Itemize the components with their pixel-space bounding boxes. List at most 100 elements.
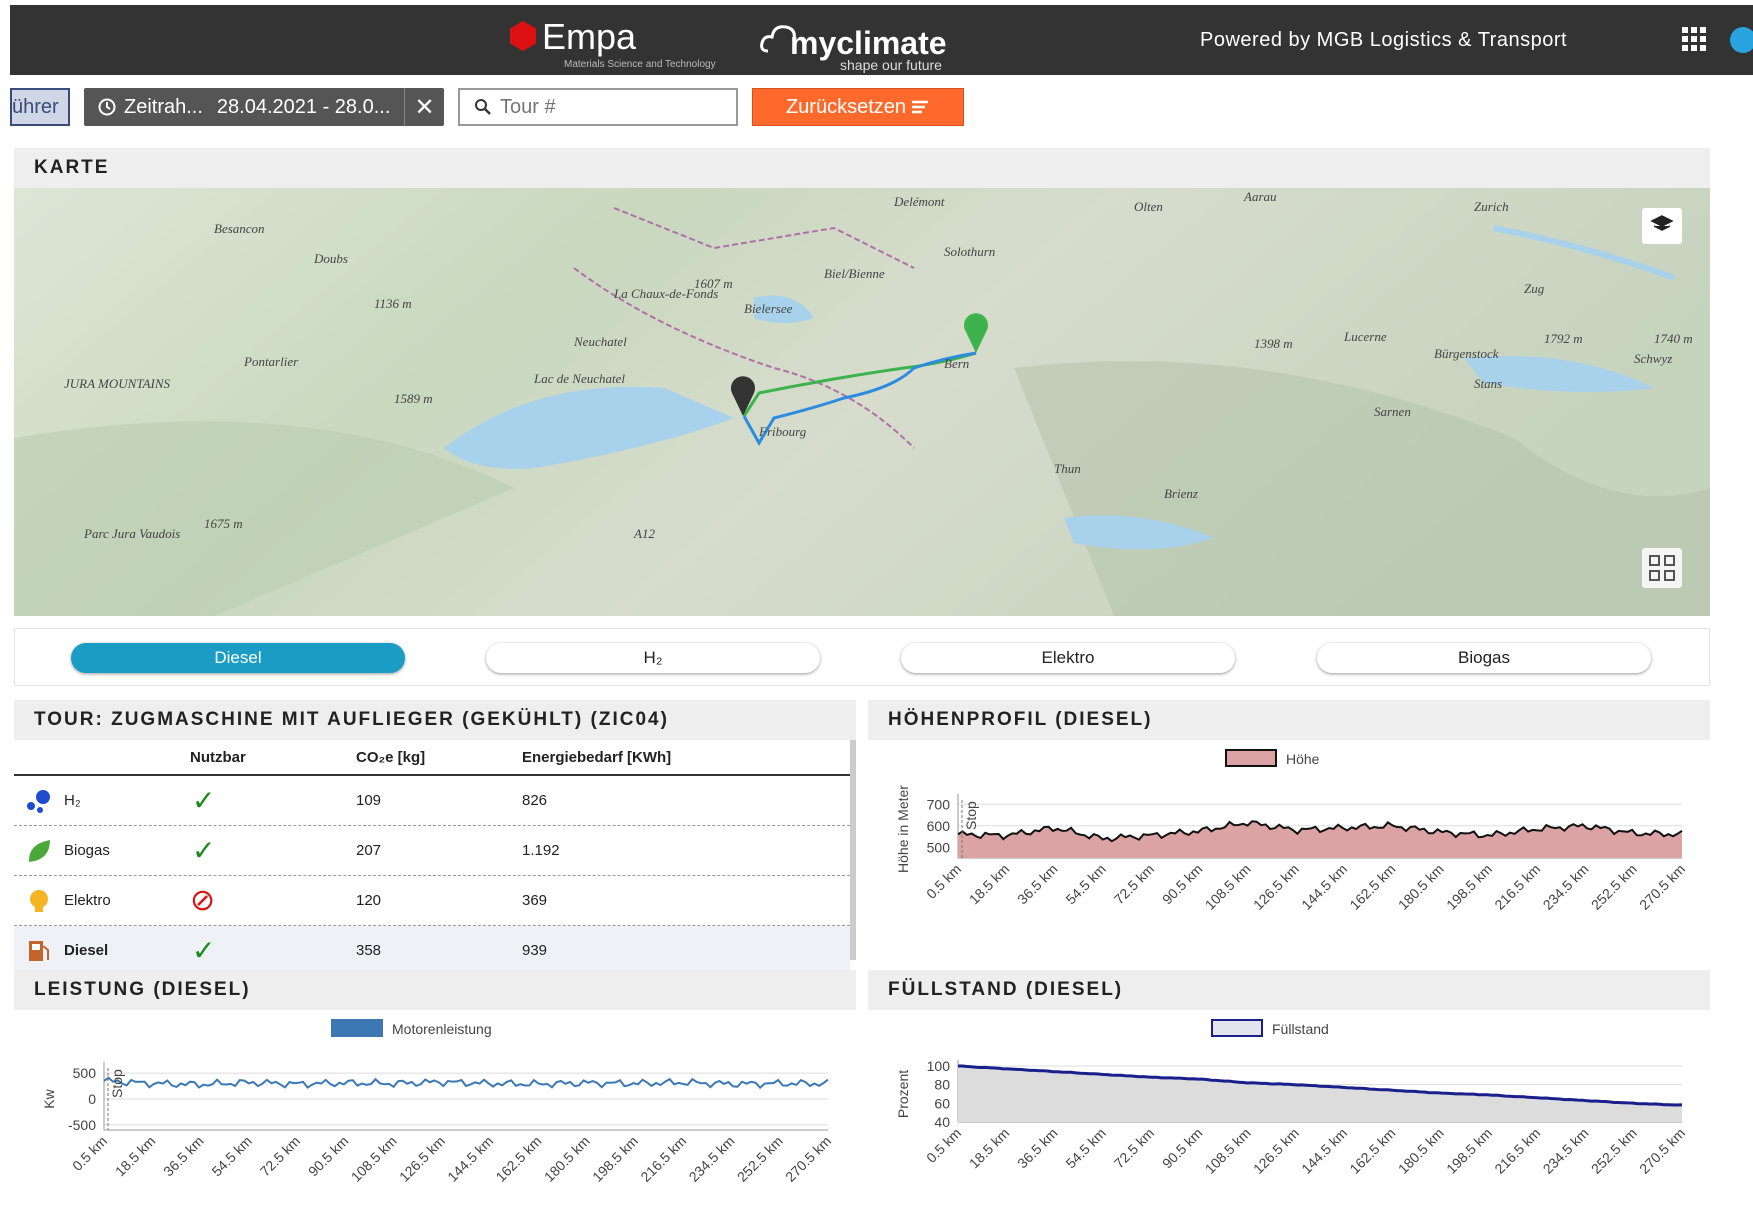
x-tick-label: 198.5 km xyxy=(1443,861,1495,913)
co2-value: 120 xyxy=(356,892,382,909)
map-label: A12 xyxy=(633,526,655,541)
table-row[interactable]: H₂ ✓ 109 826 xyxy=(14,776,850,826)
x-tick-label: 0.5 km xyxy=(923,1125,964,1166)
x-tick-label: 180.5 km xyxy=(541,1133,593,1185)
bulb-icon xyxy=(26,876,52,925)
series-line xyxy=(103,1076,829,1090)
x-tick-label: 216.5 km xyxy=(1491,861,1543,913)
map-panel: KARTE Besancon Doubs Pontarlier JURA MOU… xyxy=(14,148,1710,616)
map-label: Neuchatel xyxy=(573,334,627,349)
co2-value: 109 xyxy=(356,792,382,809)
x-tick-label: 252.5 km xyxy=(1588,861,1640,913)
tab-elektro[interactable]: Elektro xyxy=(901,643,1235,673)
x-tick-label: 54.5 km xyxy=(1062,1125,1109,1172)
reset-label: Zurücksetzen xyxy=(785,95,907,118)
check-icon: ✓ xyxy=(192,785,216,816)
x-tick-label: 36.5 km xyxy=(1014,1125,1061,1172)
x-tick-label: 0.5 km xyxy=(923,861,964,902)
hydrogen-icon xyxy=(26,776,52,825)
legend-swatch xyxy=(1211,1019,1263,1037)
energy-value: 826 xyxy=(522,792,548,809)
table-row[interactable]: Biogas ✓ 207 1.192 xyxy=(14,826,850,876)
user-icon[interactable] xyxy=(1730,27,1753,53)
x-tick-label: 108.5 km xyxy=(1202,1125,1254,1177)
map-label: 1792 m xyxy=(1544,331,1583,346)
x-tick-label: 198.5 km xyxy=(1443,1125,1495,1177)
map-label: Schwyz xyxy=(1634,351,1672,366)
fill-level-chart-panel: FÜLLSTAND (DIESEL) Füllstand Prozent 40 60 8… xyxy=(868,970,1710,1212)
series-area xyxy=(958,1066,1682,1122)
map[interactable]: Besancon Doubs Pontarlier JURA MOUNTAINS 158… xyxy=(14,188,1710,616)
column-header-co2: CO₂e [kg] xyxy=(356,748,426,766)
y-tick-label: 60 xyxy=(934,1095,950,1111)
y-tick-label: 500 xyxy=(73,1065,97,1081)
series-area xyxy=(958,821,1682,858)
x-tick-label: 162.5 km xyxy=(492,1133,544,1185)
map-label: 1398 m xyxy=(1254,336,1293,351)
x-tick-label: 252.5 km xyxy=(1588,1125,1640,1177)
leaf-icon xyxy=(26,826,52,875)
x-tick-label: 126.5 km xyxy=(1250,861,1302,913)
x-tick-label: 252.5 km xyxy=(734,1133,786,1185)
x-tick-label: 144.5 km xyxy=(1298,1125,1350,1177)
time-range-value: 28.04.2021 - 28.0... xyxy=(216,95,391,118)
map-label: 1136 m xyxy=(374,296,412,311)
x-tick-label: 72.5 km xyxy=(1111,861,1158,908)
close-icon[interactable]: ✕ xyxy=(404,88,444,126)
y-tick-label: 500 xyxy=(927,839,951,855)
map-canvas[interactable]: Besancon Doubs Pontarlier JURA MOUNTAINS 158… xyxy=(14,188,1710,616)
fuel-pump-icon xyxy=(26,926,52,975)
y-tick-label: 80 xyxy=(934,1077,950,1093)
fuel-name: Diesel xyxy=(64,942,109,959)
grid-icon[interactable] xyxy=(1682,27,1706,58)
x-tick-label: 90.5 km xyxy=(1159,861,1206,908)
x-tick-label: 270.5 km xyxy=(1636,861,1688,913)
x-tick-label: 54.5 km xyxy=(1062,861,1109,908)
tour-search-field[interactable] xyxy=(458,88,738,126)
map-label: 1589 m xyxy=(394,391,433,406)
x-tick-label: 144.5 km xyxy=(1298,861,1350,913)
x-tick-label: 216.5 km xyxy=(1491,1125,1543,1177)
x-tick-label: 108.5 km xyxy=(348,1133,400,1185)
map-label: Doubs xyxy=(313,251,348,266)
stop-label: Stop xyxy=(963,801,979,830)
top-bar: Empa Materials Science and Technology my… xyxy=(10,5,1753,75)
x-tick-label: 180.5 km xyxy=(1395,1125,1447,1177)
time-range-filter[interactable]: Zeitrah... 28.04.2021 - 28.0... ✕ xyxy=(84,88,444,126)
y-tick-label: 600 xyxy=(927,818,951,834)
map-label: Bürgenstock xyxy=(1434,346,1499,361)
x-tick-label: 216.5 km xyxy=(637,1133,689,1185)
x-tick-label: 90.5 km xyxy=(305,1133,352,1180)
power-chart-panel: LEISTUNG (DIESEL) Motorenleistung Kw -500 0… xyxy=(14,970,856,1212)
energy-value: 939 xyxy=(522,942,548,959)
stop-label: Stop xyxy=(109,1069,125,1098)
fill-level-chart-title: FÜLLSTAND (DIESEL) xyxy=(868,970,1710,1010)
x-tick-label: 144.5 km xyxy=(444,1133,496,1185)
table-scrollbar[interactable] xyxy=(850,740,856,960)
x-tick-label: 270.5 km xyxy=(1636,1125,1688,1177)
y-tick-label: 0 xyxy=(88,1091,96,1107)
table-row[interactable]: Elektro ⊘ 120 369 xyxy=(14,876,850,926)
reset-button[interactable]: Zurücksetzen xyxy=(752,88,964,126)
tour-search-input[interactable] xyxy=(500,95,700,119)
table-row[interactable]: Diesel ✓ 358 939 xyxy=(14,926,850,976)
driver-filter-button[interactable]: ührer xyxy=(10,88,70,126)
layers-icon[interactable] xyxy=(1642,208,1682,244)
tab-diesel[interactable]: Diesel xyxy=(71,643,405,673)
x-tick-label: 0.5 km xyxy=(69,1133,110,1174)
co2-value: 207 xyxy=(356,842,382,859)
map-label: Thun xyxy=(1054,461,1081,476)
map-label: Parc Jura Vaudois xyxy=(83,526,180,541)
tab-biogas[interactable]: Biogas xyxy=(1317,643,1651,673)
legend-label: Höhe xyxy=(1286,751,1320,767)
qr-icon[interactable] xyxy=(1642,548,1682,588)
y-axis-label: Kw xyxy=(41,1088,57,1108)
map-label: Pontarlier xyxy=(243,354,299,369)
tab-h2[interactable]: H₂ xyxy=(486,643,820,673)
co2-value: 358 xyxy=(356,942,382,959)
x-tick-label: 54.5 km xyxy=(208,1133,255,1180)
y-tick-label: 100 xyxy=(927,1058,951,1074)
empa-logo-mark xyxy=(510,21,536,51)
filter-clear-icon xyxy=(912,100,929,114)
fuel-name: Elektro xyxy=(64,892,111,909)
